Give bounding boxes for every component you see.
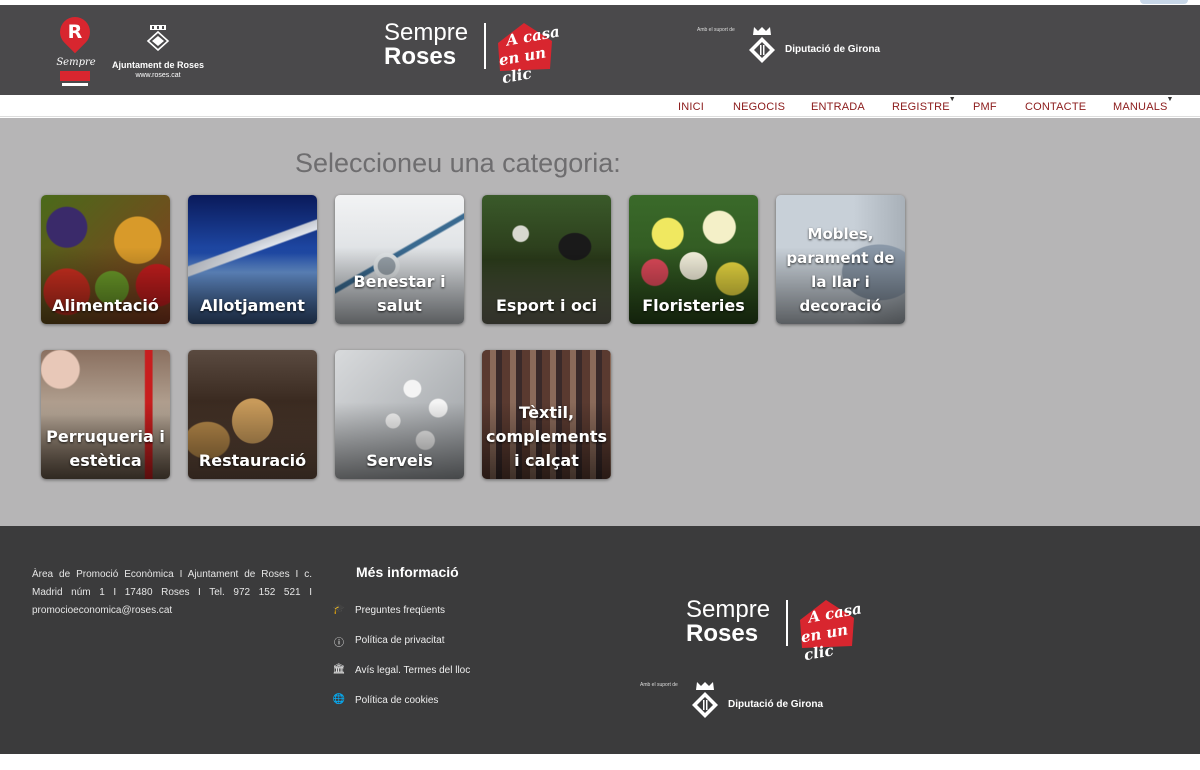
- globe-icon: 🌐: [332, 694, 346, 705]
- nav-inici[interactable]: INICI: [678, 101, 704, 113]
- site-header: R Sempre Ajuntament de Roses www.roses.c…: [0, 5, 1200, 95]
- nav-pmf-label: PMF: [973, 101, 997, 113]
- info-icon: ⓘ: [334, 638, 344, 649]
- category-label: Floristeries: [642, 296, 745, 315]
- coat-of-arms-icon: [146, 25, 170, 51]
- category-tile-floristeries[interactable]: Floristeries: [629, 195, 758, 324]
- diputacio-name: Diputació de Girona: [785, 44, 881, 55]
- diputacio-name: Diputació de Girona: [728, 699, 824, 710]
- ajuntament-web: www.roses.cat: [135, 72, 181, 79]
- category-label: Restauració: [198, 451, 307, 470]
- link-label: Política de cookies: [355, 695, 439, 706]
- nav-manuals[interactable]: MANUALS ▼: [1113, 96, 1173, 113]
- support-text: Amb el suport de: [697, 27, 735, 33]
- ajuntament-name: Ajuntament de Roses: [111, 60, 205, 70]
- link-label: Avís legal. Termes del lloc: [355, 665, 471, 676]
- r-logo-letter: R: [67, 21, 83, 43]
- category-tile-restauracio[interactable]: Restauració: [188, 350, 317, 479]
- r-logo-script: Sempre: [56, 57, 96, 68]
- link-label: Política de privacitat: [355, 635, 445, 646]
- link-privacy[interactable]: ⓘ Política de privacitat: [332, 634, 552, 664]
- link-label: Preguntes freqüents: [355, 605, 446, 616]
- link-cookies[interactable]: 🌐 Política de cookies: [332, 694, 552, 724]
- category-tile-textil[interactable]: Tèxtil, complements i calçat: [482, 350, 611, 479]
- crown-icon: [753, 27, 771, 35]
- category-label: Mobles, parament de la llar i decoració: [786, 225, 895, 315]
- brand-roses: Roses: [686, 620, 759, 647]
- dropdown-caret-icon: ▼: [1166, 96, 1174, 103]
- brand-divider: [484, 23, 486, 69]
- nav-entrada[interactable]: ENTRADA: [811, 101, 865, 113]
- category-tile-mobles[interactable]: Mobles, parament de la llar i decoració: [776, 195, 905, 324]
- link-legal[interactable]: 🏛 Avís legal. Termes del lloc: [332, 664, 552, 694]
- category-tile-serveis[interactable]: Serveis: [335, 350, 464, 479]
- category-tile-alimentacio[interactable]: Alimentació: [41, 195, 170, 324]
- graduation-cap-icon: 🎓: [332, 604, 346, 615]
- footer-diputacio-logo[interactable]: Amb el suport de Diputació de Girona: [640, 682, 840, 732]
- nav-negocis-label: NEGOCIS: [733, 101, 786, 113]
- category-label: Serveis: [366, 451, 433, 470]
- nav-inici-label: INICI: [678, 101, 705, 113]
- category-label: Perruqueria i estètica: [46, 427, 165, 470]
- category-label: Esport i oci: [495, 296, 598, 315]
- main-nav: INICI NEGOCIS ENTRADA REGISTRE ▼ PMF CONT…: [0, 95, 1200, 117]
- nav-contacte[interactable]: CONTACTE: [1025, 101, 1086, 113]
- footer-bottom-strip: [0, 754, 1200, 770]
- dropdown-caret-icon: ▼: [948, 96, 956, 103]
- category-section: Seleccioneu una categoria: Alimentació A…: [0, 118, 1200, 526]
- footer-sempre-roses-brand[interactable]: Sempre Roses A casa en un clic: [686, 596, 876, 664]
- category-label: Tèxtil, complements i calçat: [486, 403, 608, 470]
- page-heading: Seleccioneu una categoria:: [295, 148, 621, 178]
- category-tile-perruqueria[interactable]: Perruqueria i estètica: [41, 350, 170, 479]
- nav-negocis[interactable]: NEGOCIS: [733, 101, 785, 113]
- category-label: Allotjament: [200, 296, 305, 315]
- brand-roses: Roses: [384, 43, 457, 70]
- sempre-roses-r-logo[interactable]: R Sempre: [53, 10, 97, 87]
- footer-address: Àrea de Promoció Econòmica I Ajuntament …: [32, 569, 312, 616]
- category-label: Alimentació: [52, 296, 159, 315]
- footer-links: 🎓 Preguntes freqüents ⓘ Política de priv…: [332, 604, 552, 724]
- window-corner: [1140, 0, 1188, 4]
- category-tile-benestar[interactable]: Benestar i salut: [335, 195, 464, 324]
- category-tile-allotjament[interactable]: Allotjament: [188, 195, 317, 324]
- site-footer: Àrea de Promoció Econòmica I Ajuntament …: [0, 526, 1200, 754]
- ajuntament-logo[interactable]: Ajuntament de Roses www.roses.cat: [110, 15, 206, 85]
- bank-icon: 🏛: [332, 664, 346, 675]
- crown-icon: [696, 682, 714, 690]
- support-text: Amb el suport de: [640, 682, 678, 688]
- nav-registre-label: REGISTRE: [892, 101, 950, 113]
- diputacio-shield-icon: [749, 37, 775, 63]
- nav-entrada-label: ENTRADA: [811, 101, 865, 113]
- nav-contacte-label: CONTACTE: [1025, 101, 1087, 113]
- diputacio-shield-icon: [692, 692, 718, 718]
- category-tile-esport[interactable]: Esport i oci: [482, 195, 611, 324]
- nav-registre[interactable]: REGISTRE ▼: [892, 96, 956, 113]
- category-label: Benestar i salut: [353, 272, 446, 315]
- nav-manuals-label: MANUALS: [1113, 101, 1168, 113]
- link-faq[interactable]: 🎓 Preguntes freqüents: [332, 604, 552, 634]
- more-info-title: Més informació: [356, 564, 459, 580]
- r-logo-bar: [60, 71, 90, 81]
- r-logo-underline: [62, 83, 88, 86]
- brand-divider: [786, 600, 788, 646]
- sempre-roses-brand[interactable]: Sempre Roses A casa en un clic: [384, 19, 574, 87]
- diputacio-logo[interactable]: Amb el suport de Diputació de Girona: [697, 27, 897, 77]
- nav-pmf[interactable]: PMF: [973, 101, 997, 113]
